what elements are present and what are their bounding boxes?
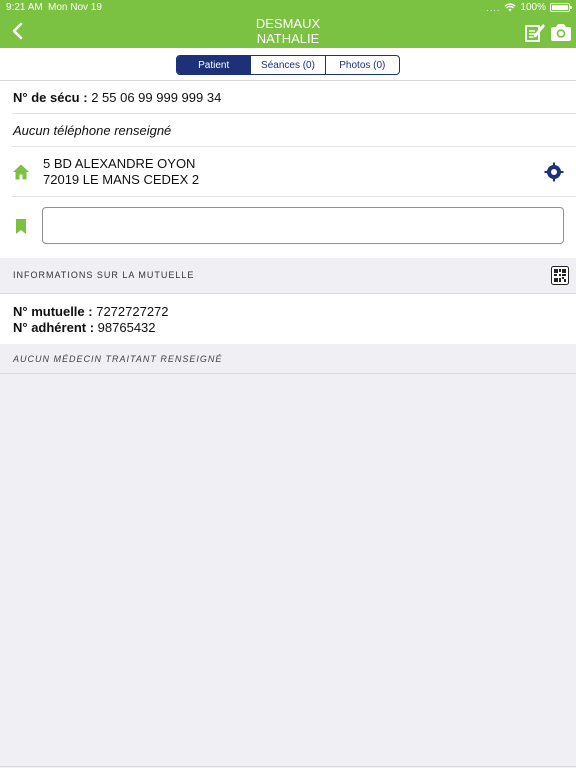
mutuelle-label: N° mutuelle : xyxy=(13,304,93,319)
back-button[interactable] xyxy=(4,16,30,46)
bookmark-icon xyxy=(16,219,26,234)
secu-value: 2 55 06 99 999 999 34 xyxy=(91,90,222,105)
edit-note-icon xyxy=(525,24,545,42)
status-indicators: .... 100% xyxy=(486,2,572,13)
adherent-label: N° adhérent : xyxy=(13,320,95,335)
patient-last-name: DESMAUX xyxy=(255,16,321,31)
bottom-divider xyxy=(0,766,576,767)
adherent-number: N° adhérent : 98765432 xyxy=(13,320,156,335)
note-input[interactable] xyxy=(42,207,564,244)
signal-icon: .... xyxy=(486,2,501,13)
locate-button[interactable] xyxy=(544,162,564,182)
phone-row[interactable]: Aucun téléphone renseigné xyxy=(0,114,576,147)
locate-target-icon xyxy=(544,162,564,182)
qr-code-icon xyxy=(551,266,569,285)
camera-button[interactable] xyxy=(549,20,573,44)
mutuelle-number: N° mutuelle : 7272727272 xyxy=(13,304,169,319)
page-title: DESMAUX NATHALIE xyxy=(150,16,426,46)
back-chevron-icon xyxy=(12,22,23,40)
secu-row: N° de sécu : 2 55 06 99 999 999 34 xyxy=(0,81,576,114)
battery-icon xyxy=(550,3,572,12)
address-line-1: 5 BD ALEXANDRE OYON xyxy=(43,156,196,171)
status-bar: 9:21 AM Mon Nov 19 .... 100% xyxy=(0,0,576,16)
tab-seances[interactable]: Séances (0) xyxy=(250,56,324,74)
tab-patient[interactable]: Patient xyxy=(177,56,251,74)
mutuelle-section-header: INFORMATIONS SUR LA MUTUELLE xyxy=(0,258,576,294)
status-date: Mon Nov 19 xyxy=(48,2,102,13)
doctor-section[interactable]: AUCUN MÉDECIN TRAITANT RENSEIGNÉ xyxy=(0,344,576,374)
home-icon xyxy=(13,164,29,180)
tab-toolbar: Patient Séances (0) Photos (0) xyxy=(0,48,576,81)
battery-percentage: 100% xyxy=(520,2,546,13)
doctor-text: AUCUN MÉDECIN TRAITANT RENSEIGNÉ xyxy=(13,354,223,364)
address-row[interactable]: 5 BD ALEXANDRE OYON 72019 LE MANS CEDEX … xyxy=(0,147,576,197)
mutuelle-row: N° mutuelle : 7272727272 N° adhérent : 9… xyxy=(0,294,576,344)
edit-button[interactable] xyxy=(524,20,546,44)
tab-photos[interactable]: Photos (0) xyxy=(324,56,399,74)
secu-label: N° de sécu : xyxy=(13,90,88,105)
patient-first-name: NATHALIE xyxy=(256,31,320,46)
qr-scan-button[interactable] xyxy=(551,266,569,285)
status-time: 9:21 AM xyxy=(6,2,43,13)
section-title: INFORMATIONS SUR LA MUTUELLE xyxy=(13,270,195,280)
secu-text: N° de sécu : 2 55 06 99 999 999 34 xyxy=(13,90,221,105)
note-row xyxy=(0,197,576,258)
wifi-icon xyxy=(504,3,517,12)
camera-icon xyxy=(551,24,571,41)
address-text: 5 BD ALEXANDRE OYON 72019 LE MANS CEDEX … xyxy=(43,156,199,188)
address-line-2: 72019 LE MANS CEDEX 2 xyxy=(43,172,200,187)
segmented-control: Patient Séances (0) Photos (0) xyxy=(176,55,400,75)
adherent-value: 98765432 xyxy=(97,320,156,335)
mutuelle-value: 7272727272 xyxy=(96,304,169,319)
phone-text: Aucun téléphone renseigné xyxy=(13,123,172,138)
